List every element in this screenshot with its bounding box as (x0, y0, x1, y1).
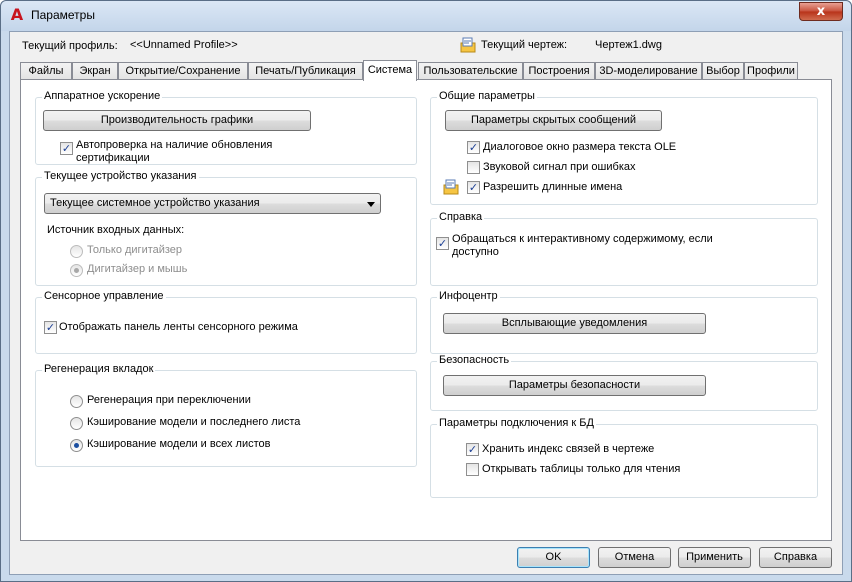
tab-system[interactable]: Система (363, 60, 417, 81)
regen-on-switch-label: Регенерация при переключении (87, 394, 251, 406)
infocenter-group: Инфоцентр Всплывающие уведомления (430, 290, 818, 354)
pointing-device-value: Текущее системное устройство указания (50, 197, 260, 209)
help-button[interactable]: Справка (759, 547, 832, 568)
pointing-device-group: Текущее устройство указания Текущее сист… (35, 170, 417, 286)
group-title: Сенсорное управление (42, 290, 166, 302)
ok-button[interactable]: OK (517, 547, 590, 568)
cache-model-all-layouts-radio[interactable] (70, 439, 83, 452)
digitizer-only-radio[interactable] (70, 245, 83, 258)
tab-drafting[interactable]: Построения (523, 62, 595, 80)
cache-model-last-layout-label: Кэширование модели и последнего листа (87, 416, 301, 428)
pointing-device-select[interactable]: Текущее системное устройство указания (44, 193, 381, 214)
digitizer-and-mouse-label: Дигитайзер и мышь (87, 263, 188, 275)
beep-on-error-label: Звуковой сигнал при ошибках (483, 161, 636, 173)
touch-mode-group: Сенсорное управление ✓ Отображать панель… (35, 290, 417, 354)
general-options-group: Общие параметры Параметры скрытых сообще… (430, 90, 818, 205)
balloon-notifications-button[interactable]: Всплывающие уведомления (443, 313, 706, 334)
open-tables-readonly-checkbox[interactable] (466, 463, 479, 476)
touch-ribbon-checkbox[interactable]: ✓ (44, 321, 57, 334)
tab-selection[interactable]: Выбор (702, 62, 744, 80)
system-tab-panel: Аппаратное ускорение Производительность … (20, 79, 832, 541)
group-title: Безопасность (437, 354, 512, 366)
group-title: Справка (437, 211, 485, 223)
tab-files[interactable]: Файлы (20, 62, 72, 80)
help-group: Справка ✓ Обращаться к интерактивному со… (430, 211, 818, 286)
dialog-body: Текущий профиль: <<Unnamed Profile>> Тек… (9, 31, 843, 575)
graphics-performance-button[interactable]: Производительность графики (43, 110, 311, 131)
group-title: Инфоцентр (437, 290, 500, 302)
online-help-label: Обращаться к интерактивному содержимому,… (452, 233, 713, 258)
window-title: Параметры (31, 8, 95, 22)
layout-regen-group: Регенерация вкладок Регенерация при пере… (35, 363, 417, 467)
group-title: Общие параметры (437, 90, 537, 102)
autocad-logo-icon: A (10, 5, 24, 24)
current-profile-value: <<Unnamed Profile>> (130, 39, 238, 51)
auto-check-certification-checkbox[interactable]: ✓ (60, 142, 73, 155)
group-title: Регенерация вкладок (42, 363, 156, 375)
input-source-label: Источник входных данных: (47, 224, 185, 236)
digitizer-and-mouse-radio[interactable] (70, 264, 83, 277)
options-dialog: A Параметры x Текущий профиль: <<Unnamed… (0, 0, 852, 582)
group-title: Аппаратное ускорение (42, 90, 163, 102)
tab-display[interactable]: Экран (72, 62, 118, 80)
ole-text-size-checkbox[interactable]: ✓ (467, 141, 480, 154)
apply-button[interactable]: Применить (678, 547, 751, 568)
cache-model-all-layouts-label: Кэширование модели и всех листов (87, 438, 271, 450)
current-profile-label: Текущий профиль: (22, 40, 118, 52)
tab-open-save[interactable]: Открытие/Сохранение (118, 62, 248, 80)
long-names-label: Разрешить длинные имена (483, 181, 623, 193)
tab-3d-modeling[interactable]: 3D-моделирование (595, 62, 702, 80)
online-help-checkbox[interactable]: ✓ (436, 237, 449, 250)
security-group: Безопасность Параметры безопасности (430, 354, 818, 411)
title-bar[interactable]: A Параметры x (1, 1, 851, 31)
db-connectivity-group: Параметры подключения к БД ✓ Хранить инд… (430, 417, 818, 498)
tab-profiles[interactable]: Профили (744, 62, 798, 80)
chevron-down-icon (367, 202, 375, 207)
cache-model-last-layout-radio[interactable] (70, 417, 83, 430)
digitizer-only-label: Только дигитайзер (87, 244, 183, 256)
drawing-setting-icon (443, 179, 459, 195)
current-drawing-value: Чертеж1.dwg (595, 39, 662, 51)
regen-on-switch-radio[interactable] (70, 395, 83, 408)
tab-user-preferences[interactable]: Пользовательские (418, 62, 523, 80)
drawing-file-icon (460, 37, 476, 53)
store-links-index-checkbox[interactable]: ✓ (466, 443, 479, 456)
long-names-checkbox[interactable]: ✓ (467, 181, 480, 194)
cancel-button[interactable]: Отмена (598, 547, 671, 568)
tab-plot-publish[interactable]: Печать/Публикация (248, 62, 363, 80)
store-links-index-label: Хранить индекс связей в чертеже (482, 443, 655, 455)
current-drawing-label: Текущий чертеж: (481, 39, 568, 51)
hardware-acceleration-group: Аппаратное ускорение Производительность … (35, 90, 417, 165)
group-title: Параметры подключения к БД (437, 417, 596, 429)
group-title: Текущее устройство указания (42, 170, 199, 182)
open-tables-readonly-label: Открывать таблицы только для чтения (482, 463, 681, 475)
beep-on-error-checkbox[interactable] (467, 161, 480, 174)
ole-text-size-label: Диалоговое окно размера текста OLE (483, 141, 677, 153)
close-button[interactable]: x (799, 2, 843, 21)
hidden-messages-button[interactable]: Параметры скрытых сообщений (445, 110, 662, 131)
touch-ribbon-label: Отображать панель ленты сенсорного режим… (59, 321, 298, 333)
auto-check-certification-label: Автопроверка на наличие обновления серти… (76, 139, 273, 164)
security-options-button[interactable]: Параметры безопасности (443, 375, 706, 396)
